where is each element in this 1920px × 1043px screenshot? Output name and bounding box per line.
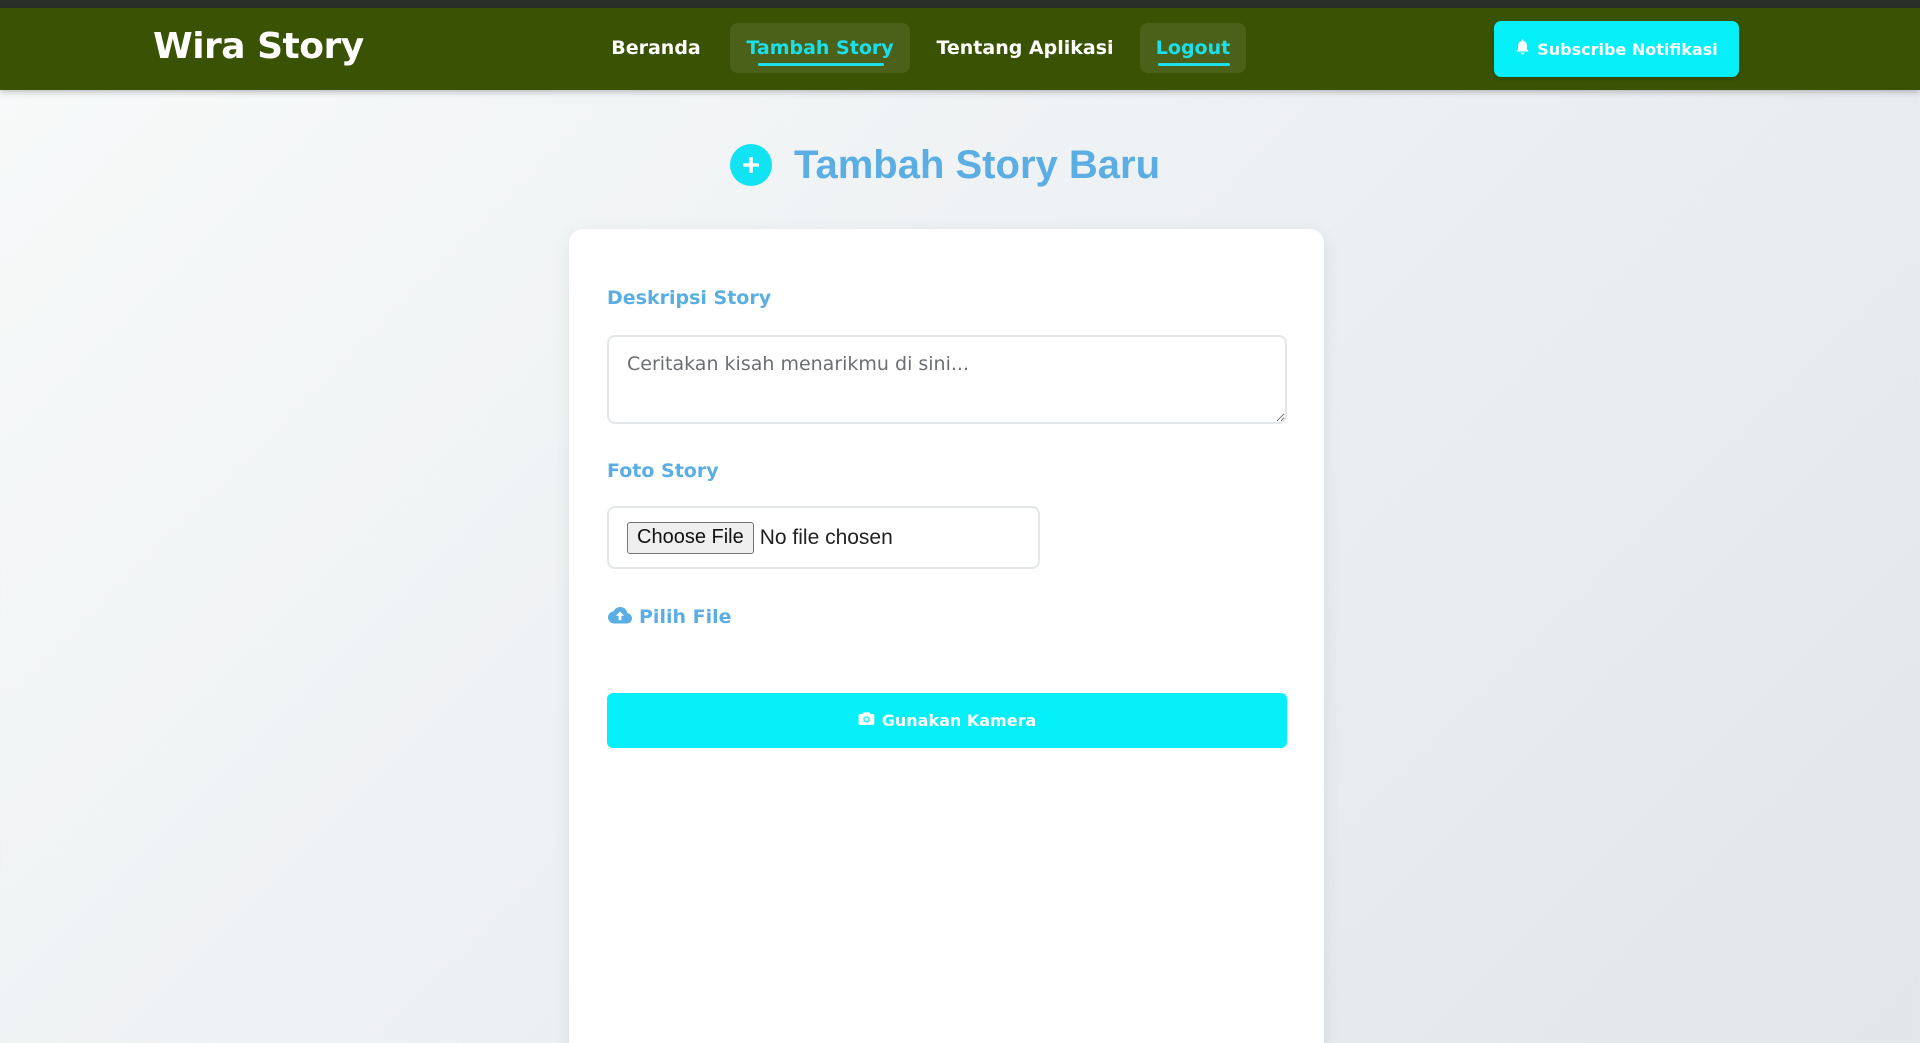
window-top-strip <box>0 0 1920 8</box>
camera-label: Gunakan Kamera <box>881 711 1037 730</box>
nav-link-tambah-story[interactable]: Tambah Story <box>730 23 910 73</box>
nav-link-logout[interactable]: Logout <box>1140 23 1246 73</box>
pick-file-label: Pilih File <box>639 606 732 628</box>
description-textarea[interactable] <box>607 335 1287 424</box>
subscribe-notification-button[interactable]: Subscribe Notifikasi <box>1494 21 1739 77</box>
page-header: Tambah Story Baru <box>730 140 1190 190</box>
camera-icon <box>858 711 875 730</box>
nav-link-tentang-aplikasi[interactable]: Tentang Aplikasi <box>930 23 1120 73</box>
description-label: Deskripsi Story <box>607 287 772 309</box>
pick-file-link[interactable]: Pilih File <box>607 602 732 632</box>
cloud-upload-icon <box>607 605 633 630</box>
page-title: Tambah Story Baru <box>794 142 1160 187</box>
subscribe-label: Subscribe Notifikasi <box>1537 39 1718 59</box>
photo-file-input[interactable]: Choose File No file chosen <box>607 506 1040 569</box>
file-status-text: No file chosen <box>759 525 893 549</box>
choose-file-button[interactable]: Choose File <box>627 521 754 554</box>
navbar: Wira Story Beranda Tambah Story Tentang … <box>0 8 1920 90</box>
brand-logo[interactable]: Wira Story <box>153 26 364 67</box>
photo-label: Foto Story <box>607 460 719 482</box>
add-story-form-card: Deskripsi Story Foto Story Choose File N… <box>569 229 1324 1043</box>
use-camera-button[interactable]: Gunakan Kamera <box>607 693 1287 748</box>
bell-icon <box>1515 39 1530 59</box>
nav-link-beranda[interactable]: Beranda <box>600 23 712 73</box>
plus-circle-icon <box>730 144 772 186</box>
